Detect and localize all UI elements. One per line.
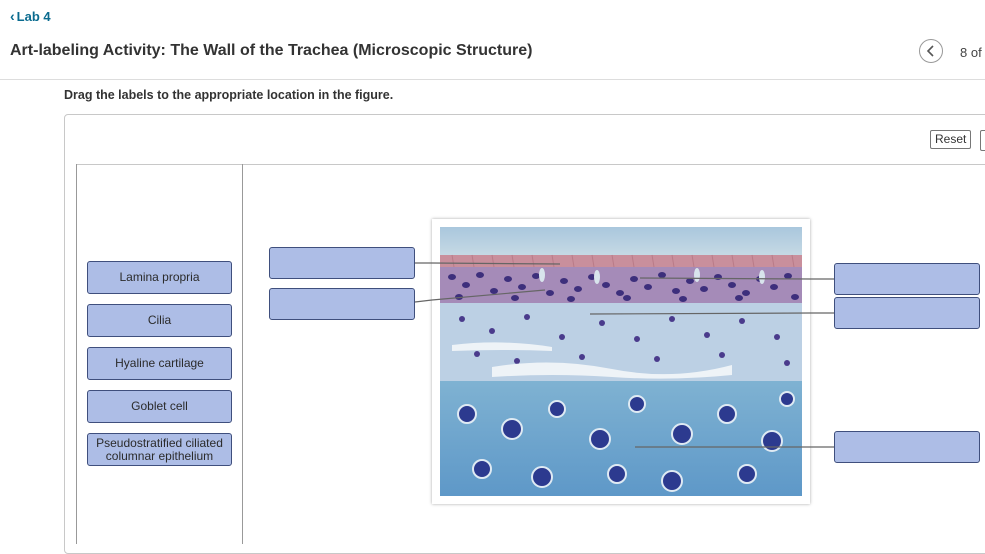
leader-line-4 <box>589 312 835 315</box>
drop-target-left-2[interactable] <box>269 288 415 320</box>
leader-line-2 <box>414 289 546 303</box>
drop-target-left-1[interactable] <box>269 247 415 279</box>
drop-target-right-2[interactable] <box>834 297 980 329</box>
drop-target-right-3[interactable] <box>834 431 980 463</box>
leader-line-3 <box>639 277 835 280</box>
leader-line-1 <box>415 262 561 265</box>
drop-target-right-1[interactable] <box>834 263 980 295</box>
